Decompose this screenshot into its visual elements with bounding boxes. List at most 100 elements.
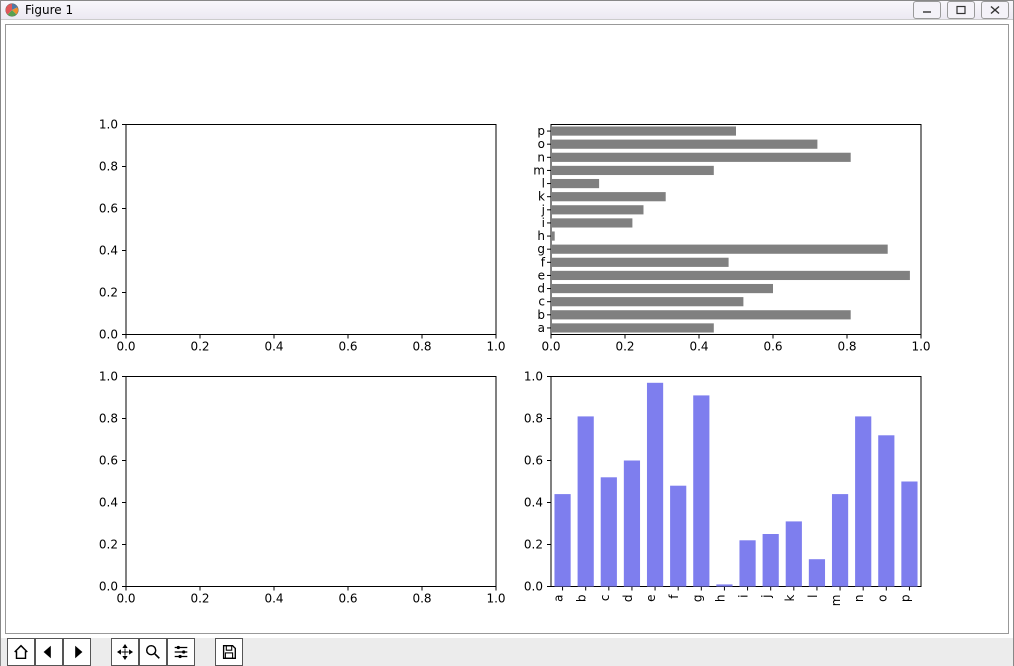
svg-text:0.6: 0.6 xyxy=(338,340,357,354)
titlebar-left: Figure 1 xyxy=(5,3,73,17)
bar-c xyxy=(601,477,617,586)
svg-text:1.0: 1.0 xyxy=(524,370,543,384)
svg-text:0.2: 0.2 xyxy=(99,286,118,300)
svg-text:1.0: 1.0 xyxy=(911,340,930,354)
svg-text:0.4: 0.4 xyxy=(264,340,283,354)
axes-bottom-left: 0.00.20.40.60.81.00.00.20.40.60.81.0 xyxy=(99,370,506,606)
bar-p xyxy=(901,482,917,587)
svg-text:m: m xyxy=(533,163,545,177)
svg-text:b: b xyxy=(575,595,589,603)
svg-text:0.6: 0.6 xyxy=(338,592,357,606)
bar-o xyxy=(551,140,817,149)
bar-k xyxy=(786,521,802,586)
svg-text:0.4: 0.4 xyxy=(264,592,283,606)
svg-text:i: i xyxy=(542,216,545,230)
bar-p xyxy=(551,126,736,135)
svg-text:0.2: 0.2 xyxy=(190,340,209,354)
bar-g xyxy=(551,245,888,254)
svg-text:g: g xyxy=(690,595,704,603)
svg-text:p: p xyxy=(537,124,545,138)
bar-e xyxy=(647,383,663,587)
svg-text:j: j xyxy=(541,203,545,217)
svg-text:o: o xyxy=(538,137,545,151)
figure-canvas: 0.00.20.40.60.81.00.00.20.40.60.81.0abcd… xyxy=(5,24,1009,634)
svg-text:o: o xyxy=(875,595,889,602)
bar-i xyxy=(551,218,632,227)
forward-button[interactable] xyxy=(63,638,91,666)
bar-a xyxy=(554,494,570,586)
figure-svg: 0.00.20.40.60.81.00.00.20.40.60.81.0abcd… xyxy=(6,25,1008,633)
svg-text:n: n xyxy=(537,150,545,164)
bar-o xyxy=(878,435,894,586)
svg-text:0.2: 0.2 xyxy=(190,592,209,606)
zoom-button[interactable] xyxy=(139,638,167,666)
svg-text:i: i xyxy=(737,595,751,598)
svg-text:0.6: 0.6 xyxy=(99,454,118,468)
svg-text:0.6: 0.6 xyxy=(99,202,118,216)
svg-text:c: c xyxy=(538,295,545,309)
svg-text:p: p xyxy=(898,595,912,603)
svg-text:0.8: 0.8 xyxy=(524,412,543,426)
svg-text:0.0: 0.0 xyxy=(116,592,135,606)
svg-text:1.0: 1.0 xyxy=(99,118,118,132)
figure-window: Figure 1 0.0 0.2 0.4 0.6 0.8 1.0 0.0 0.2 0.4 0.6 0… xyxy=(0,0,1014,666)
bar-l xyxy=(809,559,825,586)
bar-f xyxy=(670,486,686,587)
toolbar xyxy=(1,638,1013,666)
save-button[interactable] xyxy=(215,638,243,666)
bar-g xyxy=(693,395,709,586)
pan-button[interactable] xyxy=(111,638,139,666)
bar-c xyxy=(551,297,743,306)
svg-text:0.0: 0.0 xyxy=(541,340,560,354)
svg-text:m: m xyxy=(829,595,843,607)
bar-b xyxy=(578,416,594,586)
axes-bottom-right: abcdefghijklmnop0.00.20.40.60.81.0 xyxy=(524,370,921,607)
bar-d xyxy=(551,284,773,293)
bar-m xyxy=(551,166,714,175)
close-button[interactable] xyxy=(981,1,1009,19)
svg-text:d: d xyxy=(537,282,545,296)
minimize-button[interactable] xyxy=(913,1,941,19)
svg-text:e: e xyxy=(644,595,658,602)
svg-text:n: n xyxy=(852,595,866,603)
matplotlib-icon xyxy=(5,3,19,17)
svg-text:0.6: 0.6 xyxy=(763,340,782,354)
svg-text:0.8: 0.8 xyxy=(837,340,856,354)
axes-top-right: abcdefghijklmnop0.00.20.40.60.81.0 xyxy=(533,124,930,353)
svg-text:1.0: 1.0 xyxy=(486,592,505,606)
svg-text:b: b xyxy=(537,308,545,322)
svg-text:0.2: 0.2 xyxy=(615,340,634,354)
bar-m xyxy=(832,494,848,586)
svg-text:0.0: 0.0 xyxy=(99,328,118,342)
bar-a xyxy=(551,323,714,332)
svg-text:f: f xyxy=(541,255,546,269)
svg-text:0.0: 0.0 xyxy=(116,340,135,354)
back-button[interactable] xyxy=(35,638,63,666)
svg-text:j: j xyxy=(760,595,774,599)
bar-k xyxy=(551,192,666,201)
svg-text:e: e xyxy=(538,268,545,282)
svg-text:f: f xyxy=(667,594,681,599)
window-controls xyxy=(913,1,1009,19)
svg-text:k: k xyxy=(538,190,545,204)
bar-i xyxy=(739,540,755,586)
svg-text:k: k xyxy=(783,594,797,601)
svg-text:h: h xyxy=(713,595,727,603)
home-button[interactable] xyxy=(7,638,35,666)
maximize-button[interactable] xyxy=(947,1,975,19)
bar-h xyxy=(716,584,732,586)
svg-text:0.2: 0.2 xyxy=(524,538,543,552)
bar-h xyxy=(551,231,555,240)
svg-text:c: c xyxy=(598,595,612,602)
svg-text:0.0: 0.0 xyxy=(99,580,118,594)
svg-text:0.0: 0.0 xyxy=(524,580,543,594)
svg-text:l: l xyxy=(542,177,545,191)
svg-text:0.4: 0.4 xyxy=(689,340,708,354)
svg-text:0.4: 0.4 xyxy=(99,244,118,258)
bar-l xyxy=(551,179,599,188)
bar-j xyxy=(551,205,644,214)
svg-text:a: a xyxy=(552,595,566,602)
configure-button[interactable] xyxy=(167,638,195,666)
bar-e xyxy=(551,271,910,280)
window-title: Figure 1 xyxy=(25,3,73,17)
